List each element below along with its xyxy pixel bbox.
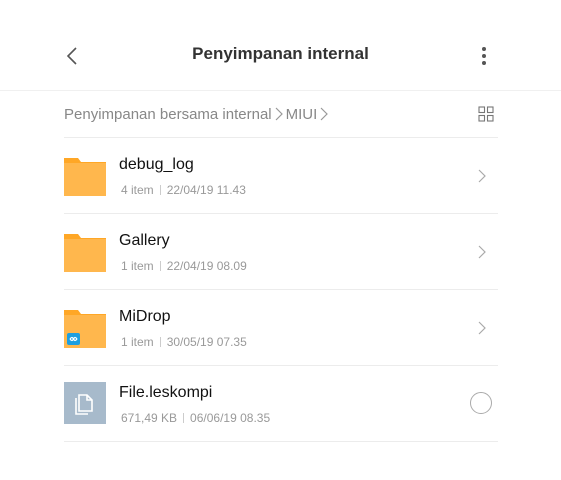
file-meta: 671,49 KB 06/06/19 08.35 [121, 411, 270, 425]
modified-date: 22/04/19 11.43 [166, 183, 246, 197]
chevron-right-icon [474, 242, 490, 262]
modified-date: 30/05/19 07.35 [166, 335, 247, 349]
breadcrumb-separator-icon [320, 107, 329, 121]
item-count: 1 item [121, 259, 154, 273]
file-name: Gallery [119, 232, 170, 249]
folder-icon [64, 158, 106, 196]
file-meta: 1 item 22/04/19 08.09 [121, 259, 247, 273]
meta-divider [159, 185, 161, 195]
grid-view-button[interactable] [472, 100, 500, 128]
modified-date: 22/04/19 08.09 [166, 259, 247, 273]
list-item-file-leskompi[interactable]: File.leskompi 671,49 KB 06/06/19 08.35 [64, 366, 498, 442]
folder-icon [64, 234, 106, 272]
file-size: 671,49 KB [121, 411, 178, 425]
breadcrumb-separator-icon [275, 107, 283, 121]
breadcrumb-item-internal-shared[interactable]: Penyimpanan bersama internal [64, 106, 272, 123]
item-count: 1 item [121, 335, 154, 349]
list-item-gallery[interactable]: Gallery 1 item 22/04/19 08.09 [64, 214, 498, 290]
item-count: 4 item [121, 183, 154, 197]
list-item-debug-log[interactable]: debug_log 4 item 22/04/19 11.43 [64, 138, 498, 214]
more-options-button[interactable] [470, 40, 498, 72]
meta-divider [159, 337, 161, 347]
midrop-folder-icon [64, 310, 106, 348]
chevron-right-icon [474, 166, 490, 186]
file-name: MiDrop [119, 308, 171, 325]
breadcrumb-item-miui[interactable]: MIUI [286, 106, 318, 123]
list-item-midrop[interactable]: MiDrop 1 item 30/05/19 07.35 [64, 290, 498, 366]
more-vertical-icon [482, 47, 486, 65]
file-name: File.leskompi [119, 384, 213, 401]
grid-view-icon [478, 106, 494, 122]
modified-date: 06/06/19 08.35 [190, 411, 271, 425]
file-meta: 4 item 22/04/19 11.43 [121, 183, 246, 197]
file-name: debug_log [119, 156, 194, 173]
app-header: Penyimpanan internal [0, 0, 561, 91]
file-list: debug_log 4 item 22/04/19 11.43 Gallery … [64, 137, 498, 442]
breadcrumb: Penyimpanan bersama internal MIUI [64, 100, 498, 128]
file-meta: 1 item 30/05/19 07.35 [121, 335, 247, 349]
file-icon [64, 382, 106, 424]
select-radio[interactable] [470, 392, 492, 414]
meta-divider [159, 261, 161, 271]
meta-divider [183, 413, 185, 423]
chevron-right-icon [474, 318, 490, 338]
